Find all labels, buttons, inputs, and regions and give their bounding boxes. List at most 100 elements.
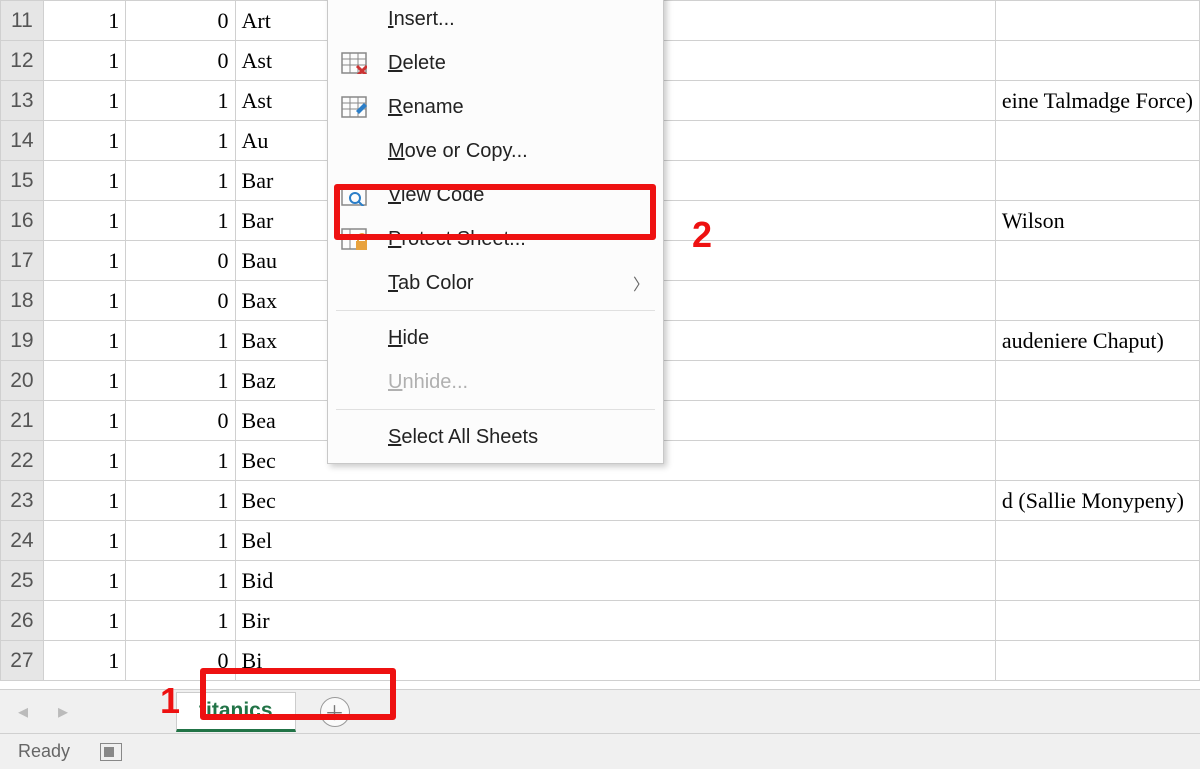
cell[interactable]: 1	[43, 161, 126, 201]
cell[interactable]: 1	[43, 561, 126, 601]
row-header[interactable]: 25	[1, 561, 44, 601]
cell[interactable]: 1	[43, 241, 126, 281]
cell[interactable]	[995, 281, 1199, 321]
cell[interactable]: 0	[126, 401, 235, 441]
cell[interactable]: 1	[126, 161, 235, 201]
menu-label: Protect Sheet...	[388, 228, 649, 251]
cell[interactable]	[995, 561, 1199, 601]
menu-label: Rename	[388, 96, 649, 119]
row-header[interactable]: 15	[1, 161, 44, 201]
menu-label: Insert...	[388, 8, 649, 31]
cell[interactable]: 1	[43, 401, 126, 441]
cell[interactable]: 0	[126, 641, 235, 681]
chevron-right-icon: 〉	[633, 271, 649, 295]
cell[interactable]	[995, 641, 1199, 681]
cell[interactable]: 1	[126, 81, 235, 121]
row-header[interactable]: 23	[1, 481, 44, 521]
cell[interactable]: 1	[126, 441, 235, 481]
cell[interactable]	[995, 521, 1199, 561]
cell[interactable]: Bel	[235, 521, 995, 561]
cell[interactable]: 1	[126, 201, 235, 241]
row-header[interactable]: 21	[1, 401, 44, 441]
cell[interactable]	[995, 1, 1199, 41]
cell[interactable]: 0	[126, 1, 235, 41]
cell[interactable]: 1	[43, 1, 126, 41]
menu-delete[interactable]: Delete	[328, 41, 663, 85]
row-header[interactable]: 17	[1, 241, 44, 281]
row-header[interactable]: 22	[1, 441, 44, 481]
menu-protect-sheet[interactable]: Protect Sheet...	[328, 217, 663, 261]
cell[interactable]: 1	[43, 641, 126, 681]
menu-insert[interactable]: Insert...	[328, 0, 663, 41]
cell[interactable]: eine Talmadge Force)	[995, 81, 1199, 121]
cell[interactable]	[995, 241, 1199, 281]
menu-hide[interactable]: Hide	[328, 316, 663, 360]
cell[interactable]: 1	[43, 81, 126, 121]
cell[interactable]: 0	[126, 41, 235, 81]
cell[interactable]: 1	[43, 441, 126, 481]
add-sheet-button[interactable]: ＋	[320, 697, 350, 727]
cell[interactable]: 1	[43, 41, 126, 81]
row-header[interactable]: 16	[1, 201, 44, 241]
menu-move-or-copy[interactable]: Move or Copy...	[328, 129, 663, 173]
cell[interactable]	[995, 121, 1199, 161]
row-header[interactable]: 13	[1, 81, 44, 121]
row-header[interactable]: 20	[1, 361, 44, 401]
cell[interactable]: 1	[126, 521, 235, 561]
menu-tab-color[interactable]: Tab Color 〉	[328, 261, 663, 305]
blank-icon	[336, 136, 372, 166]
cell[interactable]: Bec	[235, 481, 995, 521]
cell[interactable]: 1	[43, 281, 126, 321]
row-header[interactable]: 14	[1, 121, 44, 161]
row-header[interactable]: 19	[1, 321, 44, 361]
cell[interactable]: 1	[126, 601, 235, 641]
cell[interactable]	[995, 401, 1199, 441]
cell[interactable]: 1	[43, 521, 126, 561]
cell[interactable]	[995, 361, 1199, 401]
row-header[interactable]: 27	[1, 641, 44, 681]
table-row: 2710Bi	[1, 641, 1200, 681]
row-header[interactable]: 18	[1, 281, 44, 321]
sheet-tab-strip: ◂ ▸ titanics ＋	[0, 689, 1200, 733]
menu-rename[interactable]: Rename	[328, 85, 663, 129]
cell[interactable]: audeniere Chaput)	[995, 321, 1199, 361]
blank-icon	[336, 4, 372, 34]
tab-nav-next[interactable]: ▸	[46, 695, 80, 729]
cell[interactable]: d (Sallie Monypeny)	[995, 481, 1199, 521]
sheet-tab-titanics[interactable]: titanics	[176, 692, 296, 732]
cell[interactable]	[995, 41, 1199, 81]
cell[interactable]: 1	[126, 361, 235, 401]
cell[interactable]: 1	[43, 481, 126, 521]
cell[interactable]: 0	[126, 281, 235, 321]
protect-icon	[336, 224, 372, 254]
row-header[interactable]: 24	[1, 521, 44, 561]
blank-icon	[336, 422, 372, 452]
cell[interactable]: 1	[43, 601, 126, 641]
cell[interactable]: Bid	[235, 561, 995, 601]
cell[interactable]: 1	[126, 321, 235, 361]
cell[interactable]: 1	[126, 121, 235, 161]
cell[interactable]: Bi	[235, 641, 995, 681]
cell[interactable]: 1	[43, 361, 126, 401]
menu-select-all-sheets[interactable]: Select All Sheets	[328, 415, 663, 459]
cell[interactable]: 1	[43, 201, 126, 241]
cell[interactable]: 0	[126, 241, 235, 281]
sheet-context-menu: Insert... Delete Rename Move or Copy... …	[327, 0, 664, 464]
cell[interactable]: 1	[126, 481, 235, 521]
cell[interactable]: Bir	[235, 601, 995, 641]
cell[interactable]	[995, 441, 1199, 481]
row-header[interactable]: 12	[1, 41, 44, 81]
cell[interactable]: Wilson	[995, 201, 1199, 241]
table-row: 2511Bid	[1, 561, 1200, 601]
row-header[interactable]: 26	[1, 601, 44, 641]
row-header[interactable]: 11	[1, 1, 44, 41]
cell[interactable]	[995, 601, 1199, 641]
cell[interactable]: 1	[43, 321, 126, 361]
tab-nav-prev[interactable]: ◂	[6, 695, 40, 729]
menu-unhide: Unhide...	[328, 360, 663, 404]
macro-record-icon[interactable]	[100, 743, 122, 761]
menu-view-code[interactable]: View Code	[328, 173, 663, 217]
cell[interactable]: 1	[126, 561, 235, 601]
cell[interactable]	[995, 161, 1199, 201]
cell[interactable]: 1	[43, 121, 126, 161]
